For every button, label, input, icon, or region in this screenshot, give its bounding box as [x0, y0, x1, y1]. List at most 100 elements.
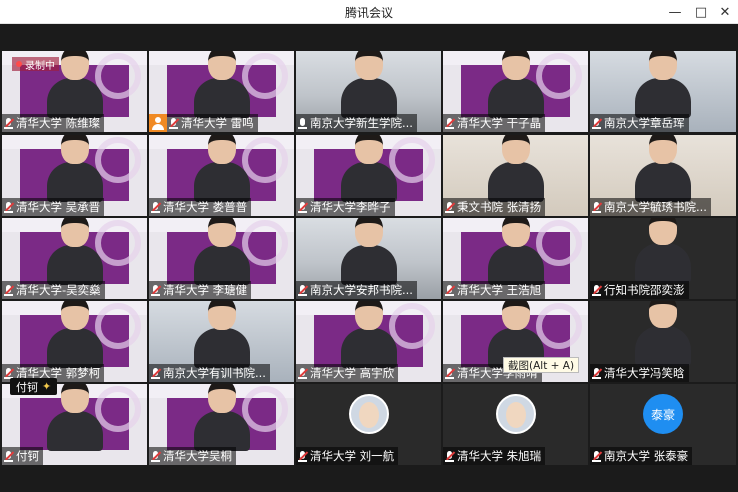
participant-tile[interactable]: 清华大学 干子晶 — [443, 51, 588, 132]
participant-tile[interactable]: 清华大学 娄普普 — [149, 135, 294, 216]
mute-slash-icon — [5, 284, 14, 294]
participant-tile[interactable]: 清华大学-吴奕燊 — [2, 218, 147, 299]
participant-video — [631, 218, 695, 283]
person-body — [193, 78, 250, 118]
participant-name-label: 行知书院邵奕澎 — [590, 281, 689, 299]
participant-name: 清华大学 陈维璨 — [16, 116, 101, 130]
microphone-icon — [4, 201, 14, 213]
participant-name-label: 付钶 — [2, 447, 43, 465]
person-body — [487, 245, 544, 285]
participant-name: 清华大学冯笑晗 — [604, 366, 685, 380]
microphone-icon — [4, 450, 14, 462]
mute-slash-icon — [593, 367, 602, 377]
person-body — [340, 245, 397, 285]
microphone-icon — [298, 367, 308, 379]
person-head — [354, 135, 383, 164]
avatar — [348, 394, 389, 434]
participant-name: 清华大学 吴承晋 — [16, 200, 101, 214]
participant-video — [337, 51, 401, 118]
mute-slash-icon — [5, 450, 14, 460]
participant-name: 行知书院邵奕澎 — [604, 283, 685, 297]
participant-video — [337, 218, 401, 285]
participant-name: 清华大学 王浩旭 — [457, 283, 542, 297]
participant-name-label: 清华大学 陈维璨 — [2, 114, 105, 132]
participant-tile[interactable]: 南京大学章岳珲 — [590, 51, 736, 132]
participant-name: 南京大学毓琇书院... — [604, 200, 707, 214]
participant-tile[interactable]: 南京大学安邦书院... — [296, 218, 441, 299]
participant-tile[interactable]: 清华大学 朱旭瑞 — [443, 384, 588, 465]
participant-tile[interactable]: 清华大学 高宇欣 — [296, 301, 441, 382]
participant-tile[interactable]: 南京大学有训书院... — [149, 301, 294, 382]
microphone-icon — [445, 450, 455, 462]
person-body — [635, 78, 691, 118]
microphone-icon — [445, 284, 455, 296]
participant-tile[interactable]: 清华大学吴桐 — [149, 384, 294, 465]
microphone-icon — [445, 367, 455, 379]
microphone-icon — [592, 284, 602, 296]
participant-video — [484, 218, 548, 285]
person-head — [60, 301, 89, 330]
mute-slash-icon — [299, 201, 308, 211]
minimize-icon[interactable]: — — [664, 2, 686, 22]
participant-tile[interactable]: 清华大学冯笑晗 — [590, 301, 736, 382]
window-title: 腾讯会议 — [344, 6, 393, 20]
participant-video — [190, 384, 254, 451]
person-head — [501, 218, 530, 247]
participant-name: 清华大学 娄普普 — [163, 200, 248, 214]
participant-tile[interactable]: 清华大学 刘一航 — [296, 384, 441, 465]
participant-tile[interactable]: 付钶 — [2, 384, 147, 465]
person-body — [46, 328, 103, 368]
person-body — [46, 411, 103, 451]
participant-name-label: 清华大学冯笑晗 — [590, 364, 689, 382]
microphone-icon — [151, 367, 161, 379]
recording-badge: 录制中 — [12, 57, 59, 72]
person-body — [635, 326, 691, 366]
participant-video — [43, 135, 107, 202]
person-body — [340, 328, 397, 368]
participant-name: 清华大学 刘一航 — [310, 449, 395, 463]
microphone-icon — [151, 450, 161, 462]
person-head — [354, 301, 383, 330]
person-head — [649, 301, 677, 328]
participant-name-label: 清华大学-吴奕燊 — [2, 281, 105, 299]
participant-name: 清华大学吴桐 — [163, 449, 232, 463]
maximize-icon[interactable]: □ — [690, 2, 712, 22]
participant-tile[interactable]: 清华大学李晔子 — [296, 135, 441, 216]
participant-tile[interactable]: 秉文书院 张清扬 — [443, 135, 588, 216]
person-body — [340, 78, 397, 118]
mute-slash-icon — [593, 201, 602, 211]
participant-name-label: 南京大学有训书院... — [149, 364, 270, 382]
microphone-icon — [592, 201, 602, 213]
participant-name: 南京大学章岳珲 — [604, 116, 685, 130]
avatar-initials: 泰豪 — [650, 407, 675, 422]
participant-tile[interactable]: 南京大学新生学院... — [296, 51, 441, 132]
mute-slash-icon — [5, 367, 14, 377]
mute-slash-icon — [593, 117, 602, 127]
person-body — [46, 162, 103, 202]
mute-slash-icon — [299, 367, 308, 377]
participant-video — [190, 51, 254, 118]
participant-tile[interactable]: 清华大学 吴承晋 — [2, 135, 147, 216]
participant-tile[interactable]: 南京大学毓琇书院... — [590, 135, 736, 216]
microphone-icon — [298, 117, 307, 129]
participant-tile[interactable]: 行知书院邵奕澎 — [590, 218, 736, 299]
participant-name: 南京大学安邦书院... — [310, 283, 413, 297]
participant-tile[interactable]: 清华大学 李瑭健 — [149, 218, 294, 299]
person-body — [193, 328, 250, 368]
close-icon[interactable]: ✕ — [714, 2, 736, 22]
person-body — [46, 78, 103, 118]
participant-tile[interactable]: 清华大学 王浩旭 — [443, 218, 588, 299]
person-body — [193, 245, 250, 285]
participant-tile[interactable]: 泰豪 南京大学 张泰豪 — [590, 384, 736, 465]
participant-name-label: 清华大学 王浩旭 — [443, 281, 546, 299]
participant-tile[interactable]: 清华大学 雷鸣 — [149, 51, 294, 132]
recording-label: 录制中 — [25, 60, 55, 72]
person-head — [354, 218, 383, 247]
participant-name-label: 清华大学 刘一航 — [296, 447, 399, 465]
person-head — [60, 384, 89, 413]
participant-name-label: 清华大学 干子晶 — [443, 114, 546, 132]
participant-name-label: 清华大学 娄普普 — [149, 198, 252, 216]
person-body — [487, 162, 544, 202]
participant-tile[interactable]: 清华大学 郭梦柯 — [2, 301, 147, 382]
person-body — [46, 245, 103, 285]
